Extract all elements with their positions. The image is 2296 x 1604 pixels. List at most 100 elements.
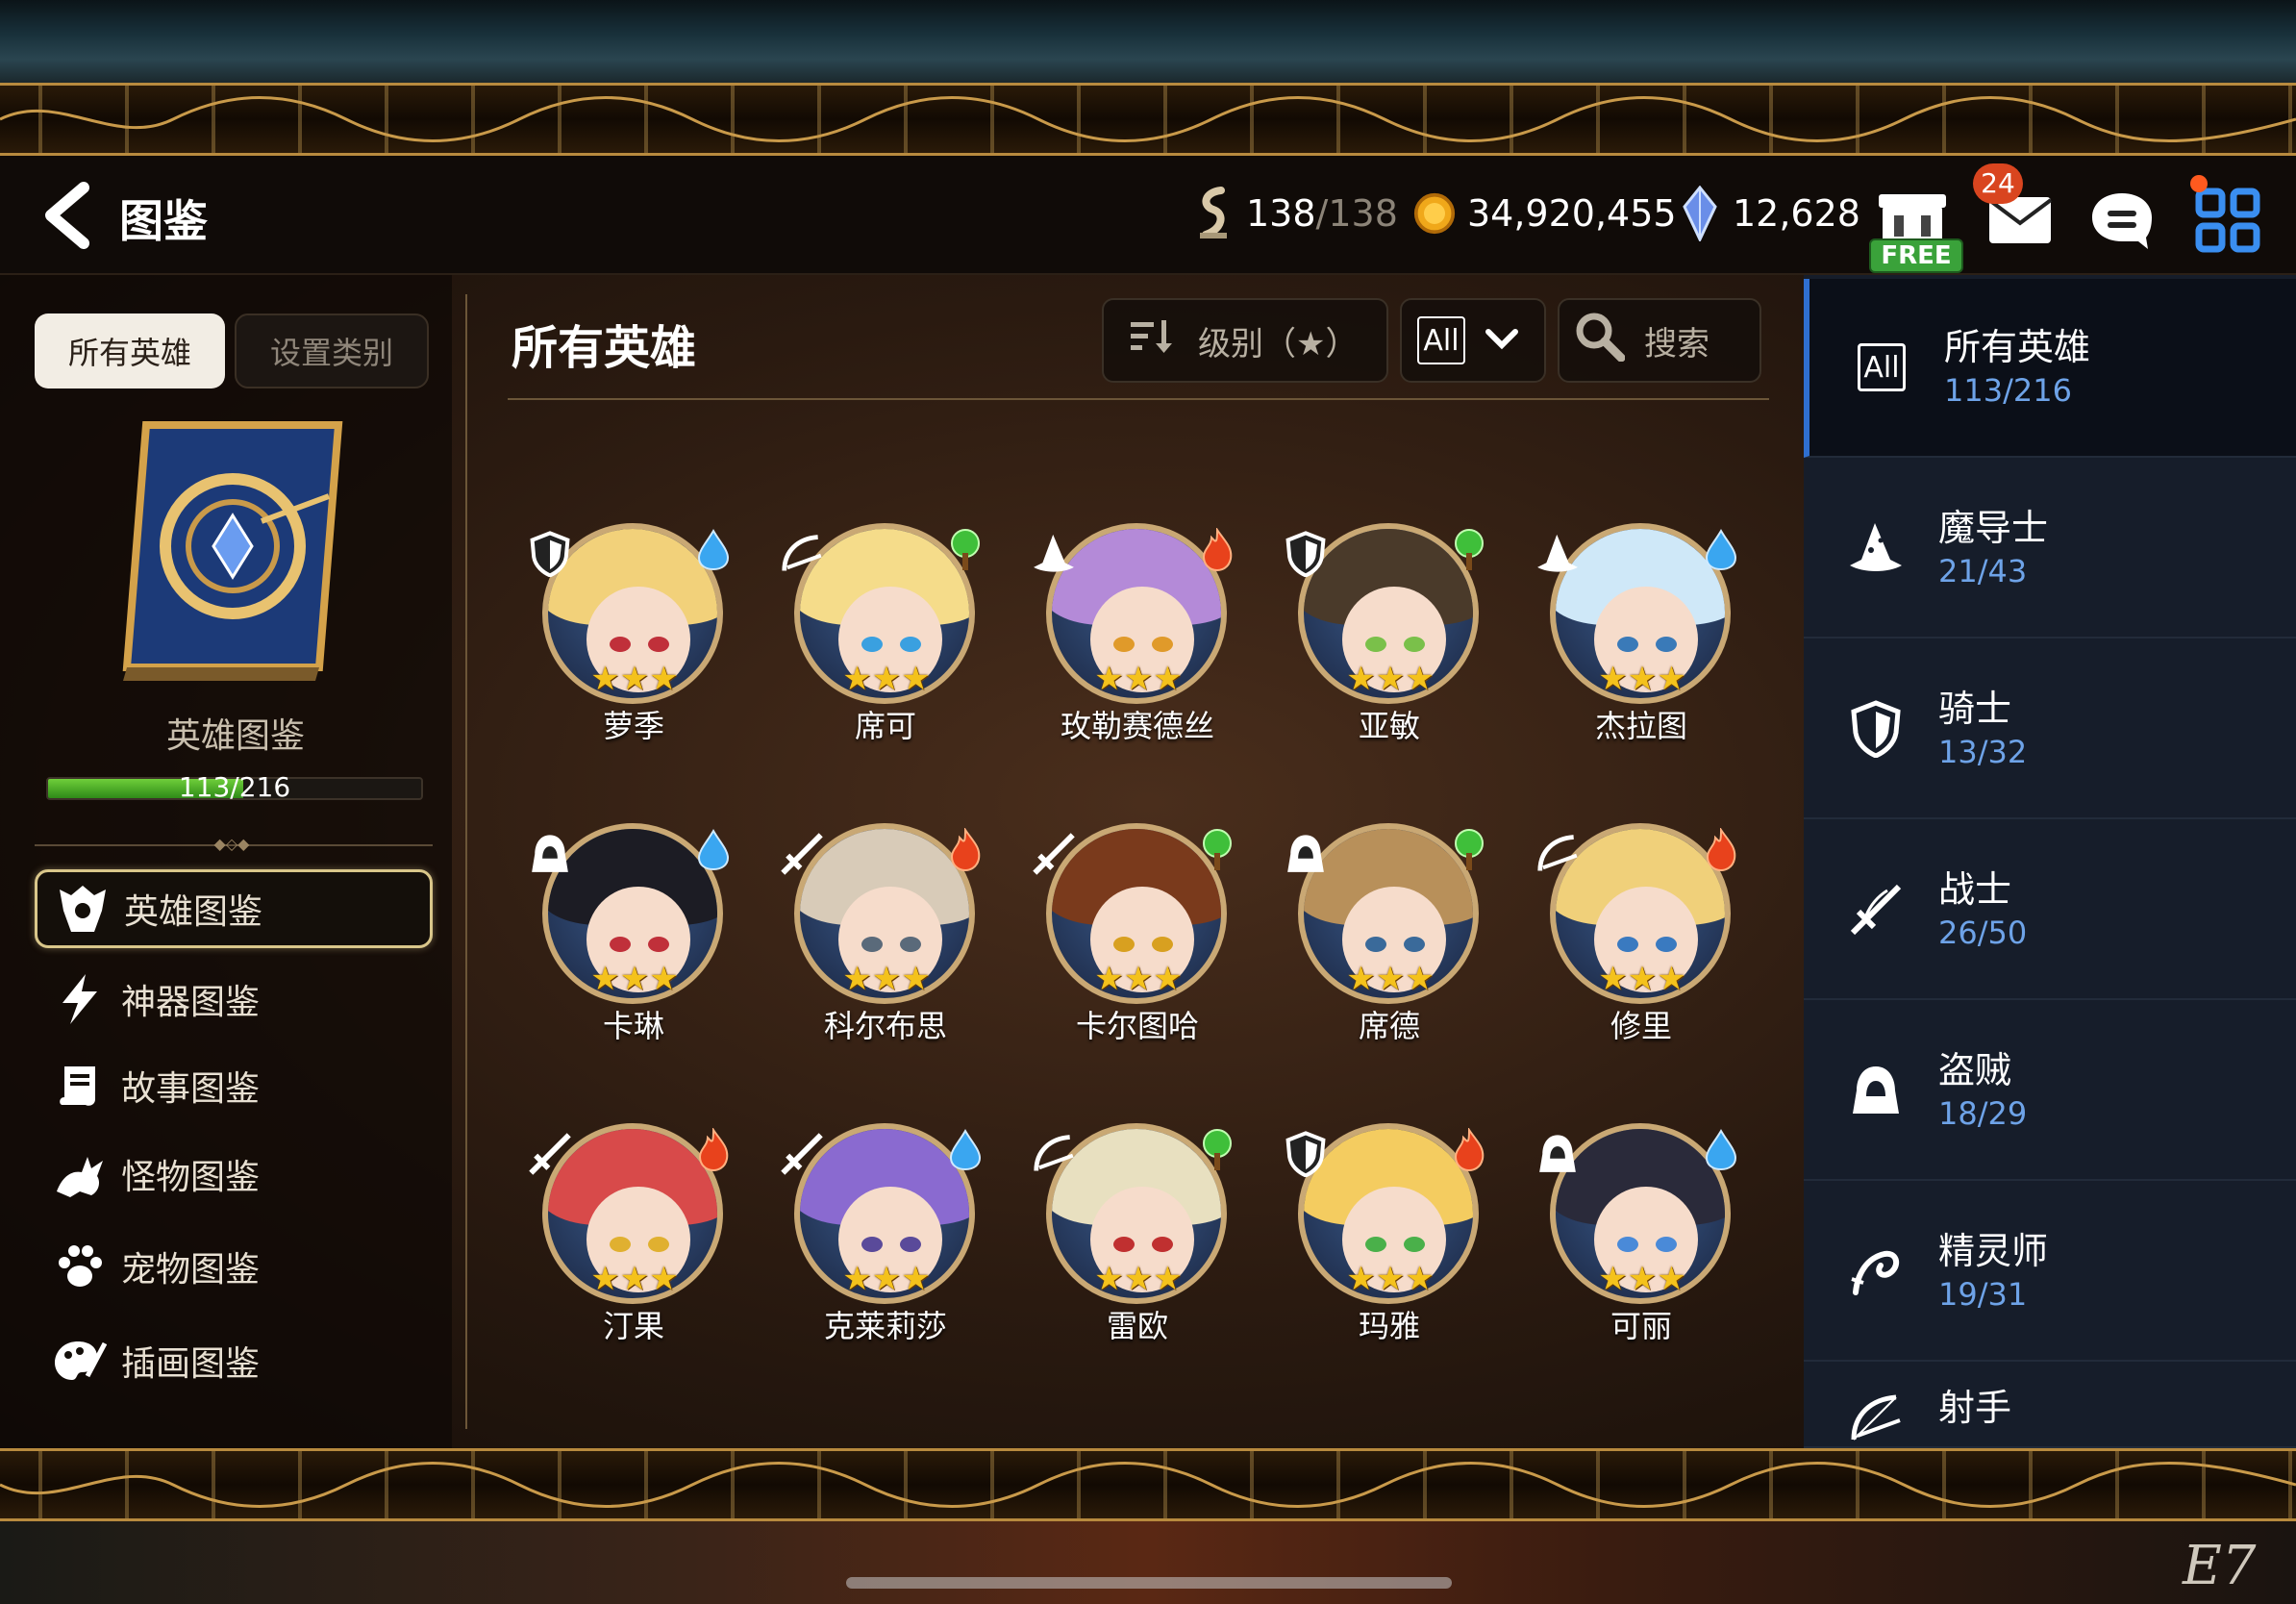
notification-dot <box>2190 175 2208 192</box>
star-icon: ★ <box>1123 1260 1154 1298</box>
hero-card[interactable]: ★ ★ ★ 汀果 <box>508 1100 760 1360</box>
knight-class-icon <box>1279 527 1333 581</box>
chevron-down-icon <box>1485 321 1519 360</box>
star-icon: ★ <box>1346 1260 1376 1298</box>
divider-ornament: ◆◇◆ <box>213 835 250 853</box>
sort-button[interactable]: 级别（★） <box>1102 298 1388 383</box>
category-count: 19/31 <box>1938 1276 2028 1313</box>
ranger-class-icon <box>775 527 829 581</box>
hero-card[interactable]: ★ ★ ★ 雷欧 <box>1011 1100 1263 1360</box>
star-icon: ★ <box>649 660 679 698</box>
codex-book-image <box>108 415 358 687</box>
chat-bubble-icon <box>2092 193 2152 249</box>
sword-icon <box>1842 876 1909 943</box>
star-icon: ★ <box>842 1260 872 1298</box>
nav-pet-codex[interactable]: 宠物图鉴 <box>35 1227 433 1306</box>
warrior-class-icon <box>1027 827 1081 881</box>
category-count: 21/43 <box>1938 553 2028 589</box>
tab-all-heroes[interactable]: 所有英雄 <box>35 313 225 388</box>
paw-icon <box>52 1239 108 1294</box>
hero-card[interactable]: ★ ★ ★ 萝季 <box>508 500 760 760</box>
category-knight[interactable]: 骑士 13/32 <box>1804 640 2296 819</box>
star-icon: ★ <box>1094 660 1124 698</box>
stamina-counter[interactable]: 138/138 <box>1192 185 1398 242</box>
codex-progress-text: 113/216 <box>178 771 291 803</box>
nav-monster-codex[interactable]: 怪物图鉴 <box>35 1135 433 1214</box>
hero-star-rating: ★ ★ ★ <box>1573 960 1711 998</box>
chat-button[interactable] <box>2079 177 2165 263</box>
hero-name: 克莱莉莎 <box>823 1308 947 1344</box>
portrait-eye <box>1113 937 1135 952</box>
star-icon: ★ <box>1094 960 1124 998</box>
portrait-eye <box>648 1237 669 1252</box>
hero-card[interactable]: ★ ★ ★ 玛雅 <box>1263 1100 1515 1360</box>
hero-card[interactable]: ★ ★ ★ 科尔布思 <box>760 800 1011 1060</box>
divider <box>508 398 1769 400</box>
free-badge: FREE <box>1869 238 1963 273</box>
hero-card[interactable]: ★ ★ ★ 卡尔图哈 <box>1011 800 1263 1060</box>
hero-card[interactable]: ★ ★ ★ 卡琳 <box>508 800 760 1060</box>
star-icon: ★ <box>590 960 620 998</box>
hero-star-rating: ★ ★ ★ <box>1321 1260 1460 1298</box>
back-button[interactable] <box>35 179 102 252</box>
hero-name: 卡琳 <box>602 1008 664 1044</box>
portrait-eye <box>1113 637 1135 652</box>
star-icon: ★ <box>1346 960 1376 998</box>
category-soul-weaver[interactable]: 精灵师 19/31 <box>1804 1183 2296 1362</box>
hero-card[interactable]: ★ ★ ★ 玫勒赛德丝 <box>1011 500 1263 760</box>
star-icon: ★ <box>1657 1260 1686 1298</box>
gold-coin-icon <box>1413 187 1456 240</box>
category-label: 魔导士 <box>1938 507 2049 549</box>
category-mage[interactable]: 魔导士 21/43 <box>1804 460 2296 639</box>
nav-artifact-codex[interactable]: 神器图鉴 <box>35 960 433 1039</box>
fire-element-icon <box>1698 825 1744 875</box>
page-title: 图鉴 <box>119 195 208 247</box>
hero-name: 汀果 <box>602 1308 664 1344</box>
gold-counter[interactable]: 34,920,455 <box>1413 185 1677 242</box>
category-ranger[interactable]: 射手 <box>1804 1364 2296 1448</box>
hero-star-rating: ★ ★ ★ <box>1069 1260 1208 1298</box>
hero-card[interactable]: ★ ★ ★ 杰拉图 <box>1515 500 1767 760</box>
star-icon: ★ <box>1123 660 1154 698</box>
star-icon: ★ <box>1627 960 1658 998</box>
portrait-eye <box>648 637 669 652</box>
category-thief[interactable]: 盗贼 18/29 <box>1804 1002 2296 1181</box>
hero-card[interactable]: ★ ★ ★ 可丽 <box>1515 1100 1767 1360</box>
star-icon: ★ <box>649 960 679 998</box>
portrait-eye <box>1365 1237 1386 1252</box>
mage-hat-icon <box>1842 514 1909 582</box>
category-all-heroes[interactable]: All 所有英雄 113/216 <box>1804 279 2296 458</box>
portrait-eye <box>1617 1237 1638 1252</box>
hero-card[interactable]: ★ ★ ★ 克莱莉莎 <box>760 1100 1011 1360</box>
search-button[interactable]: 搜索 <box>1558 298 1761 383</box>
hero-card[interactable]: ★ ★ ★ 席德 <box>1263 800 1515 1060</box>
hero-card[interactable]: ★ ★ ★ 修里 <box>1515 800 1767 1060</box>
tab-set-category[interactable]: 设置类别 <box>235 313 429 388</box>
dragon-icon <box>52 1146 108 1202</box>
star-icon: ★ <box>1375 1260 1406 1298</box>
nav-hero-codex[interactable]: 英雄图鉴 <box>35 869 433 948</box>
ice-element-icon <box>690 825 736 875</box>
hero-card[interactable]: ★ ★ ★ 席可 <box>760 500 1011 760</box>
home-indicator[interactable] <box>846 1577 1452 1589</box>
nav-story-codex[interactable]: 故事图鉴 <box>35 1046 433 1125</box>
star-icon: ★ <box>1405 660 1435 698</box>
filter-dropdown[interactable]: All <box>1400 298 1546 383</box>
hood-icon <box>1842 1057 1909 1124</box>
portrait-eye <box>861 1237 883 1252</box>
nav-label: 故事图鉴 <box>121 1069 261 1109</box>
ground-background <box>0 1521 2296 1604</box>
stamina-current: 138 <box>1246 192 1316 235</box>
star-icon: ★ <box>1627 1260 1658 1298</box>
portrait-eye <box>1617 937 1638 952</box>
star-icon: ★ <box>619 660 650 698</box>
hero-star-rating: ★ ★ ★ <box>565 1260 704 1298</box>
category-warrior[interactable]: 战士 26/50 <box>1804 821 2296 1000</box>
nav-illustration-codex[interactable]: 插画图鉴 <box>35 1321 433 1400</box>
gem-counter[interactable]: 12,628 <box>1679 185 1860 242</box>
hero-card[interactable]: ★ ★ ★ 亚敏 <box>1263 500 1515 760</box>
portrait-eye <box>1617 637 1638 652</box>
portrait-eye <box>900 937 921 952</box>
star-icon: ★ <box>619 960 650 998</box>
gem-amount: 12,628 <box>1733 192 1860 235</box>
